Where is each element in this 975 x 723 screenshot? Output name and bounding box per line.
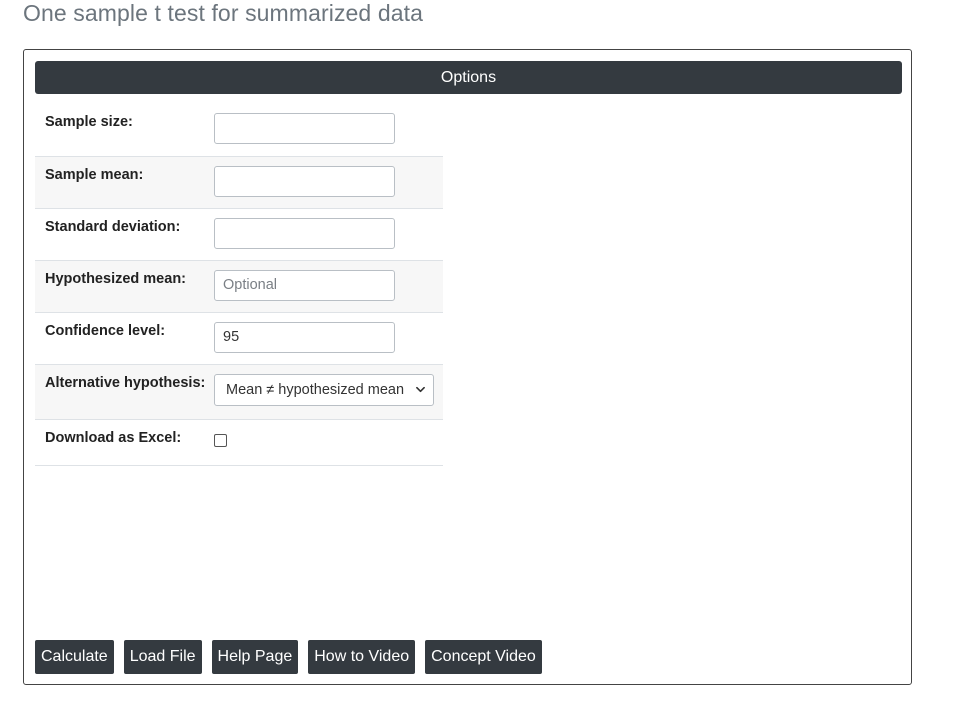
- confidence-level-label: Confidence level:: [45, 322, 166, 339]
- action-button-bar: Calculate Load File Help Page How to Vid…: [35, 640, 542, 674]
- alternative-hypothesis-select[interactable]: Mean ≠ hypothesized mean: [214, 373, 434, 406]
- page-title: One sample t test for summarized data: [23, 0, 423, 26]
- how-to-video-button[interactable]: How to Video: [308, 640, 416, 674]
- sample-size-row: Sample size:: [35, 104, 443, 156]
- hypothesized-mean-input[interactable]: [214, 269, 395, 301]
- load-file-button[interactable]: Load File: [123, 640, 202, 674]
- help-page-button[interactable]: Help Page: [211, 640, 299, 674]
- standard-deviation-input[interactable]: [214, 217, 395, 249]
- confidence-level-row: Confidence level:: [35, 312, 443, 364]
- standard-deviation-row: Standard deviation:: [35, 208, 443, 260]
- options-header: Options: [35, 61, 902, 94]
- sample-size-label: Sample size:: [45, 114, 133, 130]
- alternative-hypothesis-row: Alternative hypothesis: Mean ≠ hypothesi…: [35, 364, 443, 419]
- sample-mean-label: Sample mean:: [45, 166, 144, 183]
- alternative-hypothesis-value: Mean ≠ hypothesized mean: [226, 381, 405, 398]
- sample-mean-row: Sample mean:: [35, 156, 443, 208]
- hypothesized-mean-label: Hypothesized mean:: [45, 270, 186, 287]
- download-excel-checkbox[interactable]: [214, 433, 227, 447]
- chevron-down-icon: [416, 385, 425, 394]
- download-excel-label: Download as Excel:: [45, 429, 182, 446]
- download-excel-row: Download as Excel:: [35, 419, 443, 465]
- alternative-hypothesis-label: Alternative hypothesis:: [45, 374, 206, 391]
- options-panel: Options Sample size: Sample mean: Standa…: [23, 49, 912, 685]
- concept-video-button[interactable]: Concept Video: [425, 640, 542, 674]
- sample-size-input[interactable]: [214, 113, 395, 144]
- calculate-button[interactable]: Calculate: [35, 640, 114, 674]
- standard-deviation-label: Standard deviation:: [45, 218, 181, 235]
- hypothesized-mean-row: Hypothesized mean:: [35, 260, 443, 312]
- confidence-level-input[interactable]: [214, 321, 395, 353]
- sample-mean-input[interactable]: [214, 165, 395, 197]
- options-table: Sample size: Sample mean: Standard devia…: [35, 104, 443, 466]
